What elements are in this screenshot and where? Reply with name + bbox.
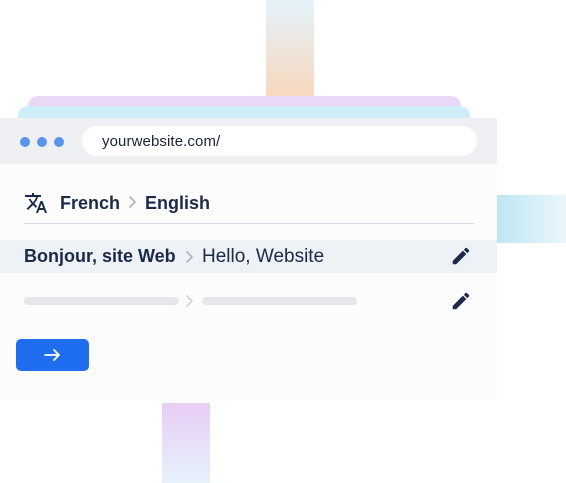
window-dot-icon[interactable] (20, 137, 30, 147)
divider (24, 223, 474, 224)
translate-icon (25, 193, 47, 213)
browser-titlebar: yourwebsite.com/ (0, 118, 497, 164)
pencil-icon[interactable] (450, 290, 472, 312)
address-bar[interactable]: yourwebsite.com/ (82, 126, 477, 156)
submit-button[interactable] (16, 339, 89, 371)
translated-text: Hello, Website (202, 246, 325, 267)
window-dot-icon[interactable] (37, 137, 47, 147)
pencil-icon[interactable] (450, 245, 472, 267)
window-dot-icon[interactable] (54, 137, 64, 147)
decorative-gradient-bar-right (497, 195, 566, 243)
translation-placeholder (202, 297, 357, 305)
chevron-right-icon (186, 251, 193, 263)
translation-row: Bonjour, site Web Hello, Website (0, 240, 497, 273)
browser-window: yourwebsite.com/ French English Bonjour,… (0, 118, 497, 400)
decorative-gradient-bar-bottom (162, 403, 210, 483)
chevron-right-icon (186, 295, 193, 307)
source-language[interactable]: French (60, 193, 120, 214)
decorative-gradient-bar-top (266, 0, 314, 100)
language-selector: French English (0, 188, 497, 218)
address-bar-url: yourwebsite.com/ (102, 133, 221, 150)
chevron-right-icon (129, 196, 136, 208)
arrow-right-icon (44, 349, 60, 361)
source-text: Bonjour, site Web (24, 246, 176, 266)
source-placeholder (24, 297, 179, 305)
target-language[interactable]: English (145, 193, 210, 214)
